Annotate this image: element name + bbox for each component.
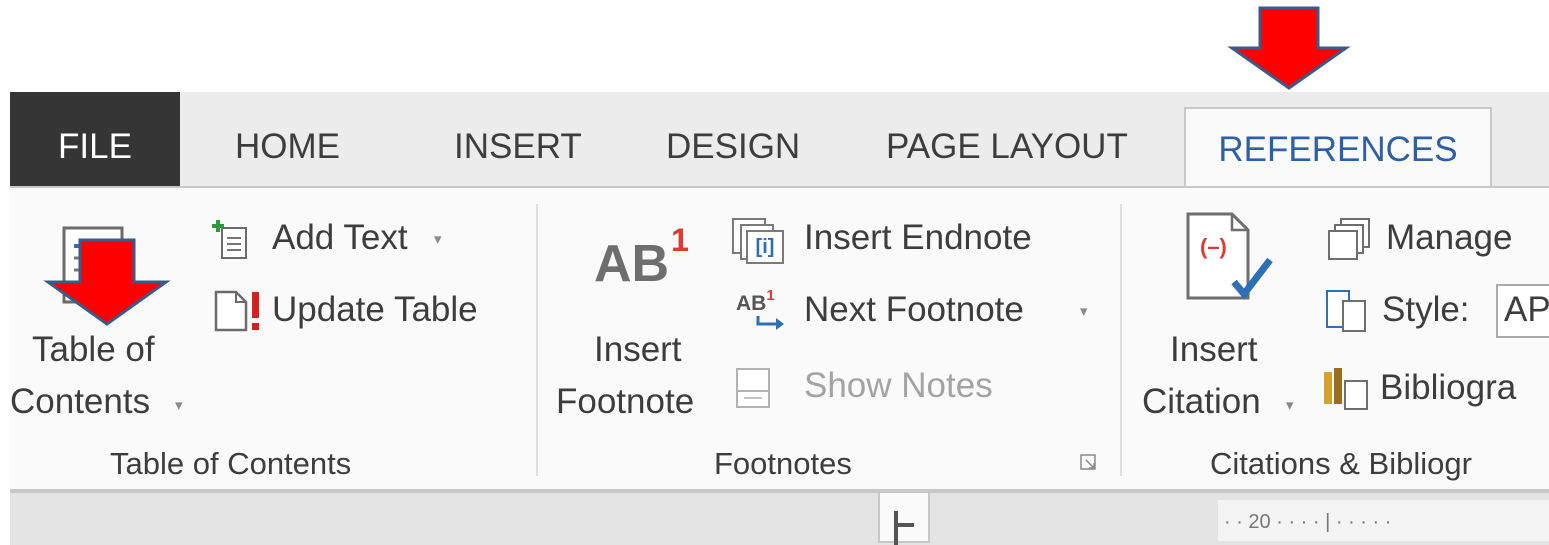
annotation-arrow-toc	[43, 238, 171, 326]
tab-selector-button[interactable]	[878, 491, 930, 545]
style-select-value: AP	[1504, 290, 1549, 329]
insert-endnote-label: Insert Endnote	[804, 218, 1032, 257]
add-text-icon	[212, 220, 247, 259]
bibliography-button[interactable]: Bibliogra	[1320, 362, 1549, 416]
style-label-group: Style: AP	[1320, 284, 1549, 338]
group-divider	[536, 204, 538, 476]
toc-label-line1: Table of	[32, 330, 155, 369]
show-notes-button[interactable]: Show Notes	[728, 362, 1028, 416]
tab-references[interactable]: REFERENCES	[1184, 107, 1492, 192]
chevron-down-icon: ▾	[1286, 397, 1294, 414]
next-footnote-button[interactable]: AB1 Next Footnote ▾	[728, 284, 1098, 338]
insert-footnote-label-line2: Footnote	[556, 382, 695, 421]
insert-footnote-label-line1: Insert	[594, 330, 682, 369]
insert-citation-label-line1: Insert	[1170, 330, 1258, 369]
style-icon	[1326, 290, 1366, 332]
insert-footnote-button[interactable]: AB1 Insert Footnote	[554, 188, 718, 438]
insert-citation-icon	[1186, 212, 1273, 300]
table-of-contents-button[interactable]: Table of Contents ▾	[10, 188, 200, 438]
bibliography-icon	[1324, 366, 1368, 410]
chevron-down-icon: ▾	[434, 231, 442, 248]
tab-file[interactable]: FILE	[10, 92, 180, 188]
style-label: Style:	[1382, 290, 1470, 329]
show-notes-label: Show Notes	[804, 366, 993, 405]
ribbon-references: Table of Contents ▾ Add Text ▾ Update Ta…	[10, 186, 1549, 491]
next-footnote-icon: AB1	[736, 287, 796, 336]
next-footnote-icon-sup: 1	[766, 287, 775, 304]
update-table-icon	[214, 290, 259, 332]
dialog-launcher-icon[interactable]	[1080, 454, 1098, 472]
next-footnote-label: Next Footnote	[804, 290, 1024, 329]
insert-footnote-icon: AB1	[594, 222, 689, 304]
tab-design[interactable]: DESIGN	[666, 92, 800, 188]
arrow-right-icon	[756, 316, 784, 330]
bibliography-label: Bibliogra	[1380, 368, 1517, 407]
manage-sources-icon	[1328, 218, 1372, 260]
insert-citation-icon-text: (–)	[1200, 234, 1227, 259]
horizontal-ruler[interactable]: · · 20 · · · · | · · · · ·	[1218, 500, 1549, 541]
next-footnote-icon-text: AB	[736, 292, 767, 315]
tab-insert[interactable]: INSERT	[454, 92, 582, 188]
insert-footnote-icon-sup: 1	[671, 222, 689, 258]
insert-endnote-icon-text: [i]	[746, 230, 784, 264]
tab-home[interactable]: HOME	[235, 92, 340, 188]
annotation-arrow-references	[1227, 6, 1351, 90]
group-label-table-of-contents: Table of Contents	[110, 446, 352, 481]
toc-label-line2: Contents	[10, 382, 151, 421]
insert-endnote-icon: [i]	[732, 218, 784, 264]
insert-citation-button[interactable]: (–) Insert Citation ▾	[1138, 188, 1310, 438]
group-label-footnotes: Footnotes	[714, 446, 852, 481]
insert-footnote-icon-text: AB	[594, 235, 670, 293]
tab-page-layout[interactable]: PAGE LAYOUT	[886, 92, 1128, 188]
show-notes-icon	[736, 368, 770, 408]
add-text-label: Add Text	[272, 218, 408, 257]
group-divider	[1120, 204, 1122, 476]
update-table-button[interactable]: Update Table	[206, 284, 506, 338]
ruler-marks: · · 20 · · · · | · · · · ·	[1224, 511, 1392, 533]
insert-endnote-button[interactable]: [i] Insert Endnote	[728, 212, 1058, 266]
chevron-down-icon: ▾	[175, 397, 183, 414]
group-label-citations-bibliography: Citations & Bibliogr	[1210, 446, 1472, 481]
update-table-label: Update Table	[272, 290, 478, 329]
ribbon-tab-bar: FILE HOME INSERT DESIGN PAGE LAYOUT REFE…	[10, 92, 1549, 192]
insert-citation-label-line2: Citation	[1142, 382, 1261, 421]
add-text-button[interactable]: Add Text ▾	[206, 212, 456, 266]
manage-sources-label: Manage	[1386, 218, 1513, 257]
manage-sources-button[interactable]: Manage	[1320, 212, 1549, 266]
style-select[interactable]: AP	[1496, 284, 1549, 338]
chevron-down-icon: ▾	[1080, 303, 1088, 320]
